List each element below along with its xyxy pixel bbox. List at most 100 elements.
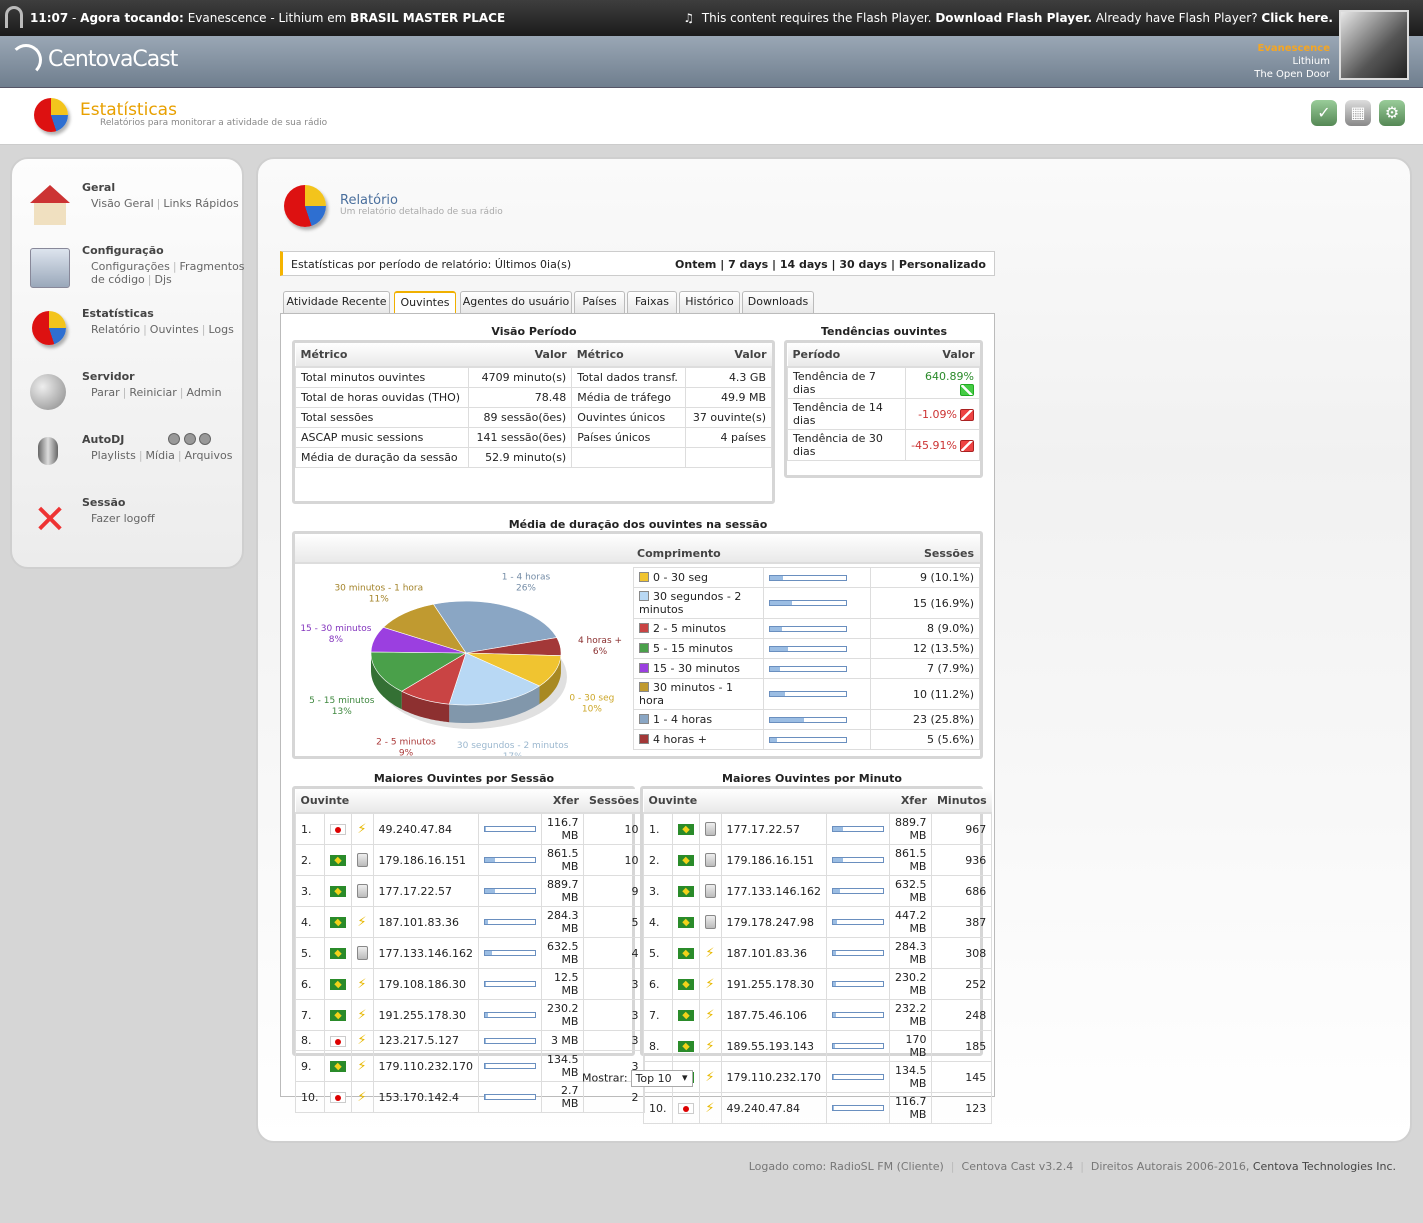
rank: 6. bbox=[643, 968, 673, 1000]
rank: 5. bbox=[643, 937, 673, 969]
rank: 3. bbox=[643, 875, 673, 907]
rank: 8. bbox=[643, 1030, 673, 1062]
nav-link[interactable]: Admin bbox=[186, 386, 221, 399]
count: 308 bbox=[931, 937, 993, 969]
nav-heading[interactable]: Geral bbox=[82, 181, 115, 194]
tab-ouvintes[interactable]: Ouvintes bbox=[394, 291, 456, 313]
table-cell: 4 horas + bbox=[633, 729, 764, 750]
xfer: 230.2 MB bbox=[888, 968, 933, 1000]
tool-icon-1[interactable]: ✓ bbox=[1311, 100, 1337, 126]
progress-bar bbox=[769, 691, 847, 697]
logout-link[interactable]: Fazer logoff bbox=[91, 512, 155, 525]
autodj-next-icon[interactable] bbox=[199, 433, 211, 445]
nav-link[interactable]: Djs bbox=[155, 273, 172, 286]
nav-heading[interactable]: Sessão bbox=[82, 496, 125, 509]
table-cell bbox=[323, 1081, 352, 1113]
table-row: 4 horas + 5 (5.6%) bbox=[633, 729, 980, 750]
table-row: 4. 179.178.247.98 447.2 MB 387 bbox=[643, 906, 993, 938]
tab-paises[interactable]: Países bbox=[574, 291, 625, 313]
tab-agentes[interactable]: Agentes do usuário bbox=[460, 291, 572, 313]
table-cell: 4.3 GB bbox=[685, 366, 772, 388]
progress-bar bbox=[831, 1012, 884, 1018]
xfer: 889.7 MB bbox=[888, 812, 933, 845]
rank: 6. bbox=[295, 968, 325, 1000]
japan-flag-icon bbox=[329, 1035, 346, 1047]
nav-link[interactable]: Logs bbox=[209, 323, 234, 336]
nav-link[interactable]: Arquivos bbox=[185, 449, 233, 462]
count: 10 bbox=[583, 844, 645, 876]
pie-label: 2 - 5 minutos bbox=[376, 738, 436, 748]
nav-link[interactable]: Links Rápidos bbox=[163, 197, 238, 210]
table-cell bbox=[323, 937, 352, 969]
nav-heading[interactable]: AutoDJ bbox=[82, 433, 124, 446]
ip-address: 177.133.146.162 bbox=[372, 937, 479, 969]
progress-bar bbox=[483, 1037, 536, 1044]
tab-historico[interactable]: Histórico bbox=[679, 291, 740, 313]
tab-faixas[interactable]: Faixas bbox=[627, 291, 677, 313]
settings-tool-icon[interactable]: ⚙ bbox=[1379, 100, 1405, 126]
calendar-tool-icon[interactable]: ▦ bbox=[1345, 100, 1371, 126]
top-count-select[interactable]: Top 10 bbox=[630, 1070, 693, 1087]
autodj-pause-icon[interactable] bbox=[183, 433, 196, 445]
brazil-flag-icon bbox=[329, 948, 346, 959]
table-cell bbox=[323, 968, 352, 1000]
nav-link[interactable]: Configurações bbox=[91, 260, 170, 273]
table-cell: 52.9 minuto(s) bbox=[468, 446, 573, 468]
table-cell bbox=[825, 937, 890, 969]
brazil-flag-icon bbox=[677, 824, 694, 835]
nav-link[interactable]: Visão Geral bbox=[91, 197, 154, 210]
nav-link[interactable]: Ouvintes bbox=[150, 323, 199, 336]
ip-address: 187.101.83.36 bbox=[720, 937, 827, 969]
device-icon bbox=[356, 884, 368, 898]
lightning-icon: ⚡ bbox=[705, 1007, 715, 1023]
pie-label: 26% bbox=[516, 584, 536, 594]
table-cell bbox=[477, 1081, 542, 1113]
centovacast-logo[interactable]: CentovaCast bbox=[10, 44, 178, 76]
progress-bar bbox=[831, 981, 884, 987]
pie-label: 8% bbox=[329, 635, 344, 645]
ip-address: 179.178.247.98 bbox=[720, 906, 827, 938]
nav-link[interactable]: Relatório bbox=[91, 323, 140, 336]
nav-link[interactable]: Mídia bbox=[146, 449, 175, 462]
count: 387 bbox=[931, 906, 993, 938]
table-cell: 141 sessão(ões) bbox=[468, 426, 573, 448]
nav-heading[interactable]: Configuração bbox=[82, 244, 164, 257]
top-session-table: Ouvinte Xfer Sessões 1. ⚡ 49.240.47.84 116.7 … bbox=[292, 786, 645, 1113]
nav-link[interactable]: Parar bbox=[91, 386, 120, 399]
tab-downloads[interactable]: Downloads bbox=[742, 291, 814, 313]
count: 145 bbox=[931, 1061, 993, 1093]
lightning-icon: ⚡ bbox=[705, 1038, 715, 1054]
table-row: 7. ⚡ 191.255.178.30 230.2 MB 3 bbox=[295, 999, 645, 1031]
table-cell bbox=[571, 446, 687, 468]
table-cell: Média de duração da sessão bbox=[294, 446, 470, 468]
download-flash-link[interactable]: Download Flash Player. bbox=[935, 11, 1092, 25]
tab-atividade[interactable]: Atividade Recente bbox=[283, 291, 390, 313]
progress-bar bbox=[831, 919, 884, 925]
nav-link[interactable]: Reiniciar bbox=[129, 386, 176, 399]
autodj-prev-icon[interactable] bbox=[168, 433, 180, 445]
close-icon: ✕ bbox=[33, 497, 67, 543]
progress-bar bbox=[483, 981, 536, 987]
pie-label: 0 - 30 seg bbox=[569, 694, 614, 704]
page-header: Estatísticas Relatórios para monitorar a… bbox=[0, 88, 1423, 145]
duration-label: 4 horas + bbox=[653, 733, 707, 746]
nav-heading[interactable]: Servidor bbox=[82, 370, 135, 383]
lightning-icon: ⚡ bbox=[357, 914, 367, 930]
ip-address: 179.186.16.151 bbox=[372, 844, 479, 876]
ip-address: 179.186.16.151 bbox=[720, 844, 827, 876]
table-cell: ⚡ bbox=[350, 812, 374, 845]
table-cell bbox=[323, 844, 352, 876]
table-cell bbox=[323, 875, 352, 907]
progress-bar bbox=[769, 574, 847, 581]
nav-link[interactable]: Playlists bbox=[91, 449, 136, 462]
count: 4 bbox=[583, 937, 645, 969]
table-cell: ⚡ bbox=[350, 968, 374, 1000]
table-cell bbox=[698, 906, 722, 938]
ip-address: 191.255.178.30 bbox=[372, 999, 479, 1031]
click-here-link[interactable]: Click here. bbox=[1261, 11, 1333, 25]
progress-bar bbox=[483, 826, 536, 832]
nav-heading[interactable]: Estatísticas bbox=[82, 307, 154, 320]
table-row: 3. 177.133.146.162 632.5 MB 686 bbox=[643, 875, 993, 907]
period-options[interactable]: Ontem | 7 days | 14 days | 30 days | Per… bbox=[675, 258, 986, 271]
table-cell: ⚡ bbox=[350, 1050, 374, 1082]
